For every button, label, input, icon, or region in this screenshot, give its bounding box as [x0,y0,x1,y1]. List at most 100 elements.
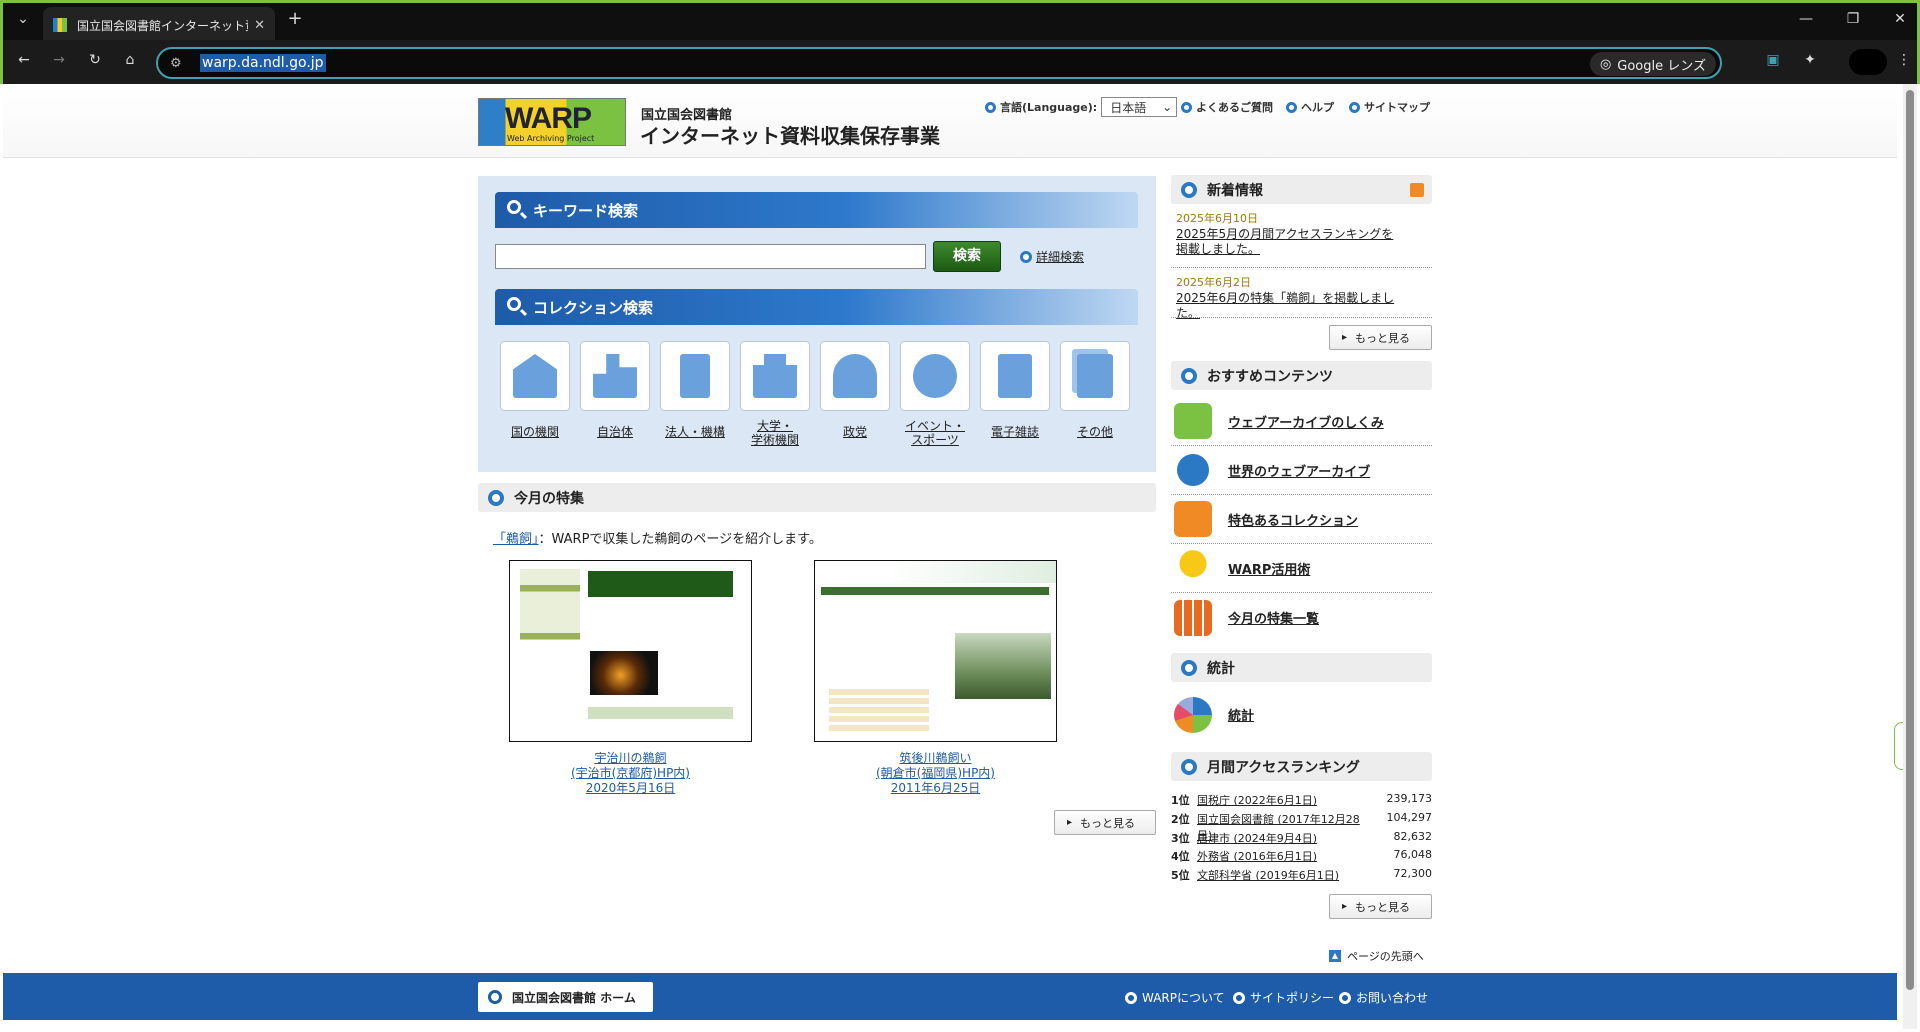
menu-kebab-icon[interactable]: ⋮ [1892,50,1916,74]
collection-party[interactable]: 政党 [820,341,890,439]
recommend-link[interactable]: WARP活用術 [1228,559,1310,578]
caption-line[interactable]: 2020年5月16日 [509,781,752,796]
close-window-button[interactable]: ✕ [1888,9,1912,33]
rank-link[interactable]: 文部科学省 (2019年6月1日) [1197,867,1372,883]
collection-label[interactable]: 法人・機構 [660,425,730,439]
site-info-icon[interactable]: ⚙ [170,56,188,71]
recommend-link[interactable]: ウェブアーカイブのしくみ [1228,412,1384,431]
browser-tab[interactable]: 国立国会図書館インターネット資料 ✕ [43,7,275,43]
nav-sitemap-label[interactable]: サイトマップ [1364,99,1430,115]
collection-label[interactable]: 電子雑誌 [980,425,1050,439]
collection-label[interactable]: イベント・ スポーツ [900,419,970,447]
stats-link[interactable]: 統計 [1228,705,1254,724]
rank-link[interactable]: 唐津市 (2024年9月4日) [1197,830,1372,846]
nav-help-label[interactable]: ヘルプ [1301,99,1334,115]
reload-icon[interactable]: ↻ [83,50,107,74]
ndl-home-button[interactable]: 国立国会図書館 ホーム [478,982,653,1012]
recommend-item[interactable]: 今月の特集一覧 [1171,593,1432,642]
new-tab-button[interactable]: + [283,9,307,33]
caption-line[interactable]: (朝倉市(福岡県)HP内) [814,766,1057,781]
feature-thumbnail-chikugo[interactable] [814,560,1057,742]
collection-national[interactable]: 国の機関 [500,341,570,439]
recommend-link[interactable]: 今月の特集一覧 [1228,608,1319,627]
profile-avatar[interactable] [1849,49,1887,75]
caption-line[interactable]: 宇治川の鵜飼 [509,751,752,766]
recommend-item[interactable]: WARP活用術 [1171,544,1432,593]
footer-link-label[interactable]: サイトポリシー [1250,989,1334,1006]
collection-other[interactable]: その他 [1060,341,1130,439]
office-tower-icon[interactable] [660,341,730,411]
collection-magazine[interactable]: 電子雑誌 [980,341,1050,439]
collection-corporation[interactable]: 法人・機構 [660,341,730,439]
speaker-podium-icon[interactable] [820,341,890,411]
rank-link[interactable]: 外務省 (2016年6月1日) [1197,848,1372,864]
ranking-title: 月間アクセスランキング [1207,759,1360,776]
ndl-home-label[interactable]: 国立国会図書館 ホーム [512,989,636,1006]
collection-label[interactable]: その他 [1060,425,1130,439]
collection-university[interactable]: 大学・ 学術機関 [740,341,810,447]
warp-logo[interactable]: WARP Web Archiving Project [478,98,626,146]
recommend-item[interactable]: 特色あるコレクション [1171,495,1432,544]
news-link[interactable]: 2025年5月の月間アクセスランキングを掲載しました。 [1176,227,1396,257]
recommend-link[interactable]: 世界のウェブアーカイブ [1228,461,1370,480]
feature-caption-uji[interactable]: 宇治川の鵜飼 (宇治市(京都府)HP内) 2020年5月16日 [509,751,752,796]
feature-more-button[interactable]: もっと見る [1054,810,1156,835]
maximize-button[interactable]: ❐ [1841,9,1865,33]
ranking-more-button[interactable]: もっと見る [1329,894,1432,919]
book-icon[interactable] [980,341,1050,411]
recommend-item[interactable]: ウェブアーカイブのしくみ [1171,397,1432,446]
feature-thumbnail-uji[interactable] [509,560,752,742]
page-scrollbar[interactable] [1903,84,1917,1029]
extension-icon[interactable]: ▣ [1761,50,1785,74]
back-to-top-link[interactable]: ▲ ページの先頭へ [1329,948,1424,964]
feature-caption-chikugo[interactable]: 筑後川鵜飼い (朝倉市(福岡県)HP内) 2011年6月25日 [814,751,1057,796]
collection-event[interactable]: イベント・ スポーツ [900,341,970,447]
advanced-search-label[interactable]: 詳細検索 [1036,248,1084,265]
recommend-link[interactable]: 特色あるコレクション [1228,510,1358,529]
caption-line[interactable]: (宇治市(京都府)HP内) [509,766,752,781]
collection-label[interactable]: 国の機関 [500,425,570,439]
url-text[interactable]: warp.da.ndl.go.jp [200,54,326,72]
collection-municipal[interactable]: 自治体 [580,341,650,439]
tab-close-icon[interactable]: ✕ [254,18,265,33]
collection-label[interactable]: 自治体 [580,425,650,439]
nav-faq-label[interactable]: よくあるご質問 [1196,99,1273,115]
minimize-button[interactable]: — [1794,9,1818,33]
language-select[interactable]: 日本語 ⌄ [1101,97,1178,117]
feature-topic-link[interactable]: 「鵜飼」 [493,532,539,547]
back-to-top-label[interactable]: ページの先頭へ [1347,948,1424,964]
collection-label[interactable]: 政党 [820,425,890,439]
nav-sitemap[interactable]: サイトマップ [1349,97,1430,117]
footer-link-policy[interactable]: サイトポリシー [1233,989,1334,1006]
google-lens-button[interactable]: ◎ Google レンズ [1589,52,1716,76]
news-more-button[interactable]: もっと見る [1329,325,1432,350]
advanced-search-link[interactable]: 詳細検索 [1020,248,1084,265]
festival-fan-icon[interactable] [900,341,970,411]
nav-faq[interactable]: よくあるご質問 [1181,97,1273,117]
nav-help[interactable]: ヘルプ [1286,97,1334,117]
city-hall-icon[interactable] [580,341,650,411]
rank-link[interactable]: 国税庁 (2022年6月1日) [1197,792,1372,808]
footer-link-about[interactable]: WARPについて [1125,989,1225,1006]
extensions-puzzle-icon[interactable]: ✦ [1798,50,1822,74]
collection-label[interactable]: 大学・ 学術機関 [740,419,810,447]
caption-line[interactable]: 筑後川鵜飼い [814,751,1057,766]
address-bar[interactable]: ⚙ warp.da.ndl.go.jp ★ [156,47,1722,79]
scrollbar-thumb[interactable] [1906,90,1914,990]
recommend-item[interactable]: 世界のウェブアーカイブ [1171,446,1432,495]
footer-link-contact[interactable]: お問い合わせ [1339,989,1428,1006]
rss-icon[interactable] [1410,182,1424,197]
home-icon[interactable]: ⌂ [118,50,142,74]
stats-item[interactable]: 統計 [1171,690,1432,739]
school-book-icon[interactable] [740,341,810,411]
documents-icon[interactable] [1060,341,1130,411]
footer-link-label[interactable]: お問い合わせ [1356,989,1428,1006]
forward-icon[interactable]: → [47,50,71,74]
caption-line[interactable]: 2011年6月25日 [814,781,1057,796]
footer-link-label[interactable]: WARPについて [1142,989,1225,1006]
search-button[interactable]: 検索 [933,241,1001,272]
back-icon[interactable]: ← [12,50,36,74]
keyword-input[interactable] [495,244,926,269]
tab-search-icon[interactable]: ⌄ [11,9,35,33]
building-icon[interactable] [500,341,570,411]
